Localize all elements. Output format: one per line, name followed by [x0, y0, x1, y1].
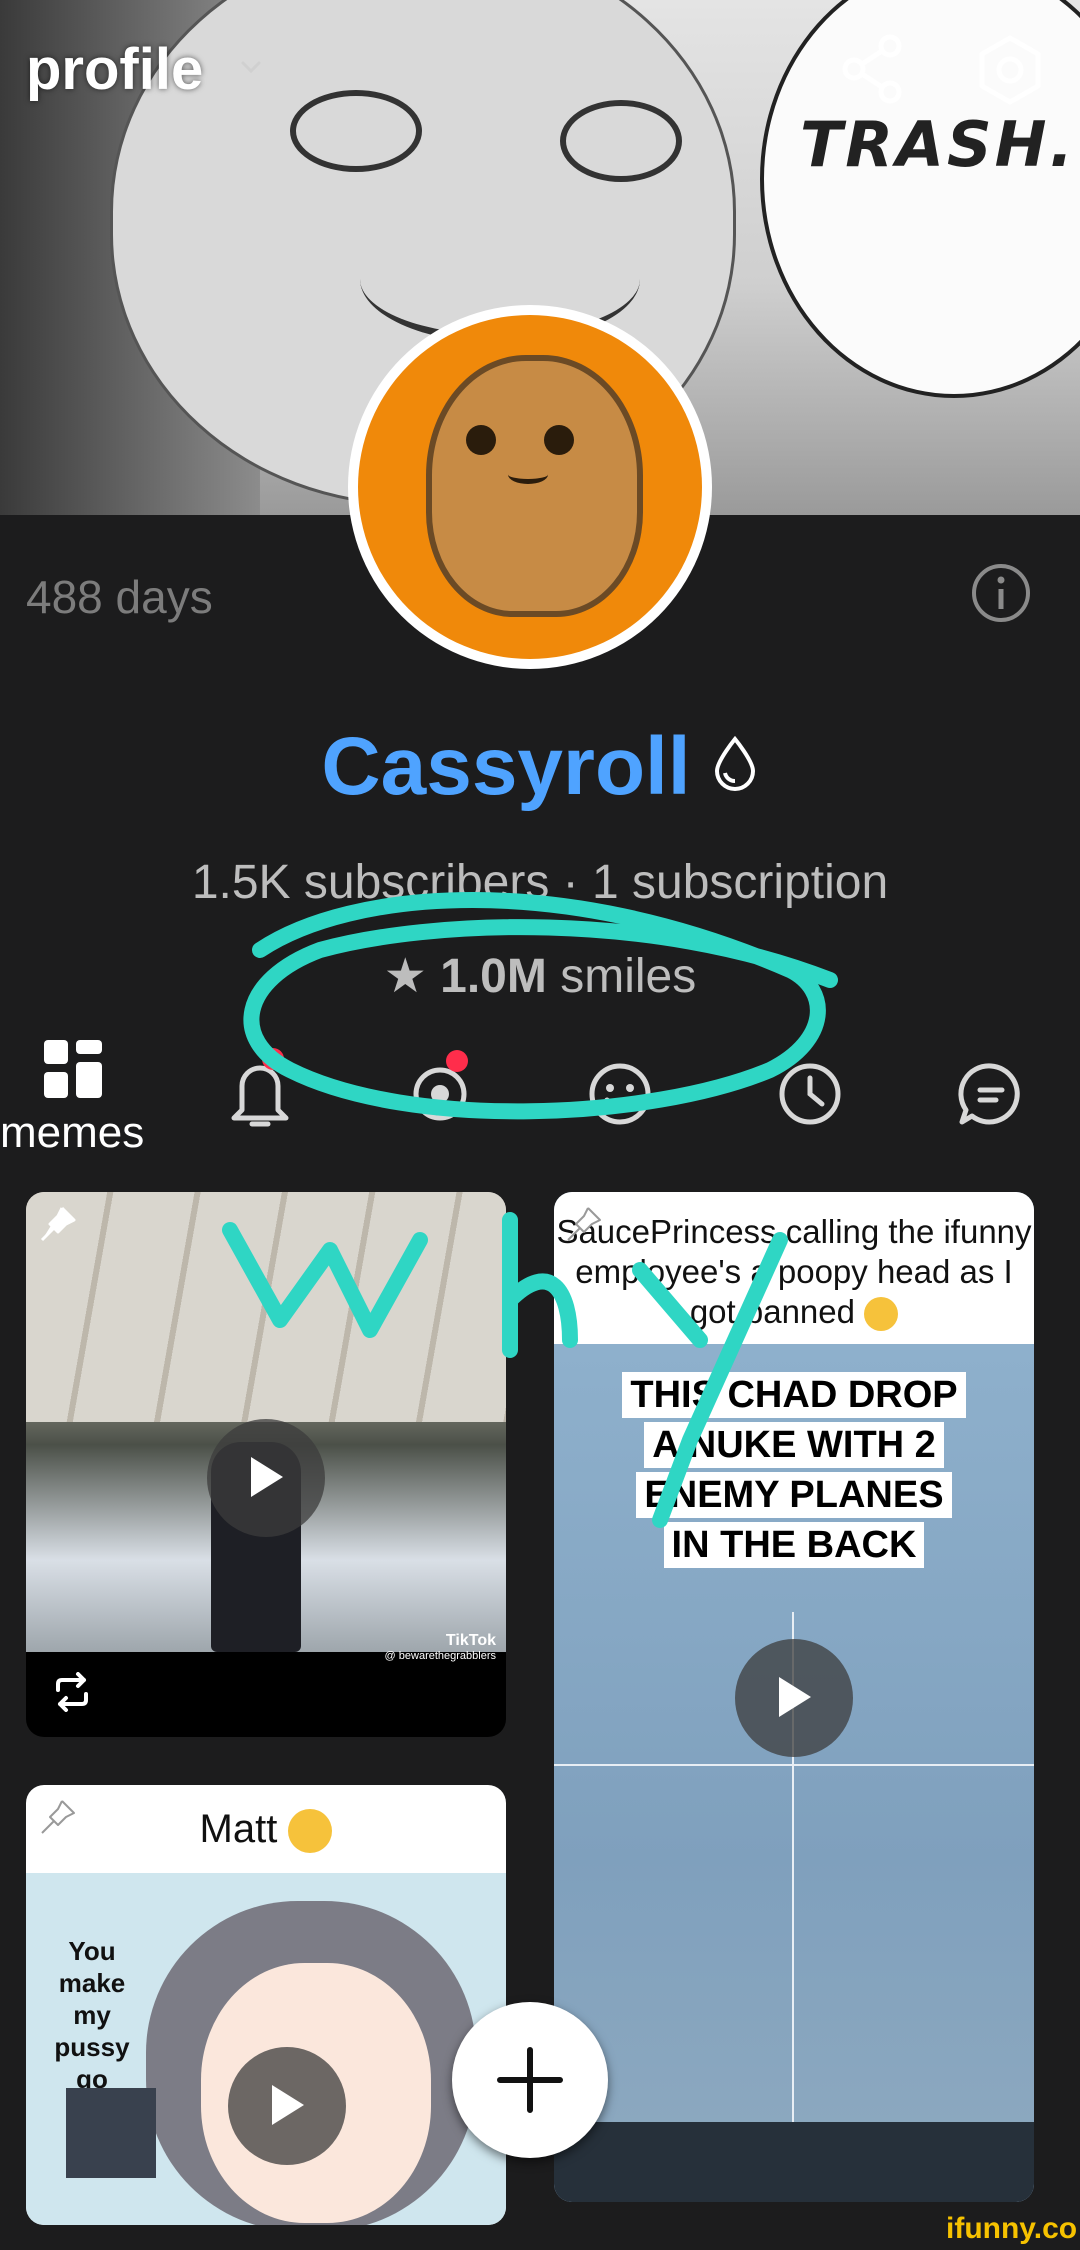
scribble-circle-annotation [243, 892, 838, 1120]
nugget-eye [466, 425, 496, 455]
info-icon[interactable] [970, 562, 1032, 624]
avatar[interactable] [348, 305, 712, 669]
tiktok-handle: @ bewarethegrabblers [384, 1650, 496, 1662]
plus-icon [497, 2047, 563, 2113]
site-watermark: ifunny.co [946, 2212, 1078, 2245]
play-button[interactable] [228, 2047, 346, 2165]
meme-card[interactable]: Matt You make my pussy go [26, 1785, 506, 2225]
tiktok-label: TikTok [445, 1632, 496, 1649]
play-icon [272, 2085, 304, 2125]
scribble-why-annotation [222, 1212, 788, 1528]
gear-icon[interactable] [974, 34, 1046, 106]
hud-horizontal-line [554, 1764, 1034, 1766]
meme-side-text: You make my pussy go [54, 1936, 130, 2094]
chevron-down-icon[interactable] [240, 56, 262, 78]
cover-bubble-text: TRASH. [800, 108, 1077, 181]
username: Cassyroll [0, 720, 1080, 814]
droplet-icon[interactable] [711, 735, 759, 792]
chat-icon [958, 1063, 1020, 1125]
tab-memes-label: memes [0, 1108, 145, 1157]
avatar-image [358, 315, 702, 659]
repost-icon [56, 1672, 88, 1712]
smiling-emoji-icon [288, 1809, 333, 1854]
pin-icon [40, 1206, 76, 1242]
meme-caption: Matt [26, 1807, 506, 1854]
tab-memes[interactable]: memes [0, 1030, 150, 1170]
game-hud-strip [554, 2122, 1034, 2202]
cover-eye-right [560, 100, 682, 182]
page-title[interactable]: profile [26, 36, 203, 103]
pin-icon [41, 1800, 75, 1834]
share-icon[interactable] [840, 34, 904, 104]
grid-icon [44, 1040, 102, 1098]
meme-image: You make my pussy go [26, 1873, 506, 2225]
art-inset-photo [66, 2088, 156, 2178]
meme-caption-text: Matt [199, 1807, 278, 1851]
play-button[interactable] [735, 1639, 853, 1757]
nugget-illustration [426, 355, 643, 617]
tab-comments[interactable] [950, 1030, 1050, 1170]
account-age: 488 days [26, 571, 213, 623]
nugget-eye [544, 425, 574, 455]
tiktok-watermark: TikTok @ bewarethegrabblers [385, 1632, 496, 1662]
add-post-button[interactable] [452, 2002, 608, 2158]
username-text: Cassyroll [321, 721, 691, 812]
cover-eye-left [290, 90, 422, 172]
play-icon [779, 1677, 811, 1717]
nugget-mouth [508, 465, 548, 484]
pensive-emoji-icon [864, 1297, 899, 1332]
